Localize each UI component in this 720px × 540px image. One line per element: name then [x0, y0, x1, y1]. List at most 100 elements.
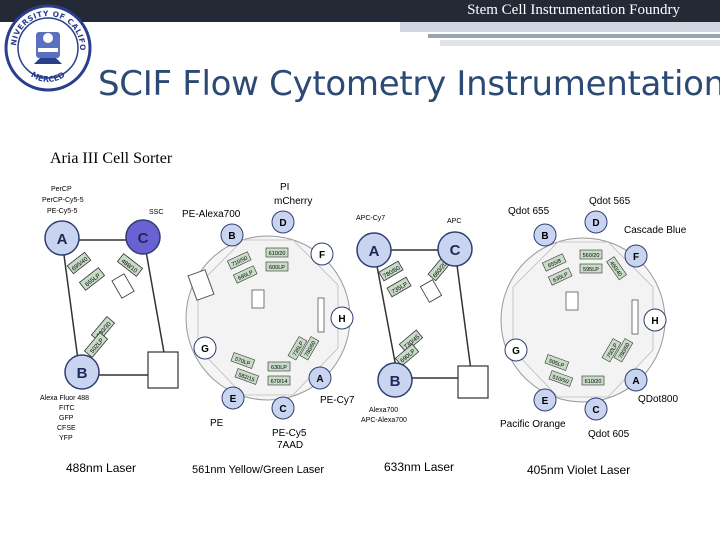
detector-node-e: E: [221, 386, 245, 410]
svg-text:C: C: [279, 404, 286, 415]
svg-text:H: H: [338, 314, 345, 325]
svg-text:E: E: [230, 394, 237, 405]
svg-text:A: A: [316, 374, 323, 385]
detector-label: PE: [210, 418, 224, 429]
detector-label: PE-Cy5-5: [47, 208, 77, 215]
laser-caption: 561nm Yellow/Green Laser: [192, 464, 324, 476]
laser-caption: 405nm Violet Laser: [527, 463, 630, 477]
svg-text:595LP: 595LP: [583, 267, 599, 273]
detector-label: PI: [280, 182, 289, 193]
svg-text:C: C: [592, 405, 599, 416]
svg-text:B: B: [390, 373, 401, 390]
svg-text:B: B: [541, 231, 548, 242]
detector-label: APC-Cy7: [356, 215, 385, 222]
ssc-label: SSC: [149, 209, 163, 216]
laser-488-panel: PerCP PerCP-Cy5-5 PE-Cy5-5 SSC 695/40 65…: [40, 186, 179, 475]
svg-text:G: G: [201, 344, 209, 355]
detector-label: QDot800: [638, 394, 678, 405]
detector-node-a: A: [356, 232, 392, 268]
detector-node-f: F: [624, 244, 648, 268]
detector-label: GFP: [59, 415, 74, 422]
laser-633-panel: 780/60 735LP 660/20 730/45 690LP A C B A…: [356, 215, 489, 474]
detector-node-c: C: [271, 396, 295, 420]
detector-label: Qdot 565: [589, 196, 631, 207]
filter-block: 610/20: [581, 375, 605, 386]
detector-label: PE-Cy5: [272, 428, 307, 439]
laser-405-panel: 655/8 635LP 560/20 595LP 450/40 780/60 7…: [500, 196, 687, 477]
svg-text:H: H: [651, 316, 658, 327]
svg-text:600LP: 600LP: [269, 265, 285, 271]
filter-block: 670/14: [267, 375, 291, 386]
header-stripe-light: [440, 40, 720, 46]
filter-block: 630LP: [267, 361, 291, 372]
laser-caption: 633nm Laser: [384, 460, 454, 474]
detector-label: PE-Alexa700: [182, 209, 241, 220]
svg-text:E: E: [542, 396, 549, 407]
mirror-block: [565, 291, 579, 311]
svg-text:C: C: [138, 230, 149, 247]
detector-node-d: D: [584, 210, 608, 234]
svg-text:610/20: 610/20: [269, 251, 286, 257]
detector-label: PerCP: [51, 186, 72, 193]
detector-node-a: A: [44, 220, 80, 256]
header-band: [400, 22, 720, 32]
slide-title: SCIF Flow Cytometry Instrumentation: [98, 64, 720, 104]
detector-label: Qdot 605: [588, 429, 630, 440]
detector-node-a: A: [308, 366, 332, 390]
detector-label: FITC: [59, 405, 75, 412]
detector-node-g: G: [193, 336, 217, 360]
detector-label: APC-Alexa700: [361, 417, 407, 424]
detector-label: Cascade Blue: [624, 225, 687, 236]
filter-block: 595LP: [579, 263, 603, 274]
detector-label: 7AAD: [277, 440, 303, 451]
laser-caption: 488nm Laser: [66, 461, 136, 475]
filter-block: 600LP: [265, 261, 289, 272]
filter-block: 610/20: [265, 247, 289, 258]
svg-text:630LP: 630LP: [271, 365, 287, 371]
svg-text:560/20: 560/20: [583, 253, 600, 259]
detector-node-b: B: [377, 362, 413, 398]
detector-node-c: C: [437, 231, 473, 267]
detector-node-b: B: [533, 223, 557, 247]
svg-text:670/14: 670/14: [271, 379, 288, 385]
laser-port: [147, 351, 179, 389]
detector-node-a: A: [624, 368, 648, 392]
detector-node-d: D: [271, 210, 295, 234]
detector-label: Pacific Orange: [500, 419, 566, 430]
laser-configuration-diagram: PerCP PerCP-Cy5-5 PE-Cy5-5 SSC 695/40 65…: [40, 182, 687, 477]
detector-label: Alexa Fluor 488: [40, 395, 89, 402]
mirror-block: [317, 297, 325, 333]
slide-subtitle: Aria III Cell Sorter: [50, 150, 173, 167]
detector-label: CFSE: [57, 425, 76, 432]
university-seal-logo: THE UNIVERSITY OF CALIFORNIA MERCED: [4, 4, 92, 92]
svg-text:D: D: [592, 218, 599, 229]
foundry-name: Stem Cell Instrumentation Foundry: [467, 2, 680, 18]
detector-node-e: E: [533, 388, 557, 412]
mirror-block: [251, 289, 265, 309]
mirror-block: [631, 299, 639, 335]
detector-node-c: C: [584, 397, 608, 421]
laser-port: [457, 365, 489, 399]
detector-node-h: H: [330, 306, 354, 330]
detector-label: YFP: [59, 435, 73, 442]
svg-text:A: A: [369, 243, 380, 260]
header-stripe: [428, 34, 720, 38]
detector-node-c: C: [125, 219, 161, 255]
svg-text:F: F: [319, 250, 325, 261]
detector-label: mCherry: [274, 196, 312, 207]
svg-text:D: D: [279, 218, 286, 229]
detector-label: APC: [447, 218, 461, 225]
svg-text:610/20: 610/20: [585, 379, 602, 385]
svg-text:C: C: [450, 242, 461, 259]
detector-node-h: H: [643, 308, 667, 332]
detector-label: Alexa700: [369, 407, 398, 414]
detector-node-b: B: [220, 223, 244, 247]
filter-block: 560/20: [579, 249, 603, 260]
svg-text:G: G: [512, 346, 520, 357]
detector-node-g: G: [504, 338, 528, 362]
laser-561-panel: 710/50 685LP 610/20 600LP 780/60 735LP 6…: [182, 182, 355, 476]
svg-text:A: A: [632, 376, 639, 387]
detector-label: PerCP-Cy5-5: [42, 197, 84, 204]
svg-text:B: B: [77, 365, 88, 382]
svg-text:F: F: [633, 252, 639, 263]
